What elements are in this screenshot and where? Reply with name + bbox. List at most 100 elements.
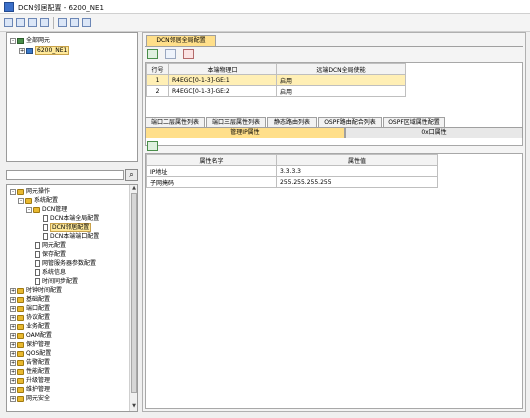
apply-button[interactable] [165,49,176,59]
table-row[interactable]: 1 R4EGC[0-1-3]-GE:1 启用 [146,74,406,86]
col-header[interactable]: 远端DCN全局使能 [276,63,406,75]
document-icon [35,260,40,267]
save-icon[interactable] [4,18,13,27]
tree-item[interactable]: + 告警配置 [10,358,50,367]
refresh-icon[interactable] [16,18,25,27]
tab-management-ip[interactable]: 管理IP属性 [145,127,345,138]
folder-icon [17,296,24,303]
table-row[interactable]: 2 R4EGC[0-1-3]-GE:2 启用 [146,85,406,97]
tree-item[interactable]: - DCN管理 [26,205,67,214]
col-header[interactable]: 属性值 [276,154,438,166]
col-header[interactable]: 本端物理口 [168,63,277,75]
tree-item[interactable]: DCN本端端口配置 [34,232,99,241]
refresh-attr-button[interactable] [147,141,158,151]
search-icon[interactable]: ⌕ [125,169,138,181]
tree-item[interactable]: + 基础配置 [10,295,50,304]
tree-scrollbar[interactable]: ▲ ▼ [129,185,137,411]
expand-toggle-icon[interactable]: + [10,359,16,366]
collapse-toggle-icon[interactable]: - [10,188,16,195]
attr-table: 属性名字 属性值 IP地址 3.3.3.3 子网掩码 255.255.255.2… [146,154,438,188]
tree-item[interactable]: + 业务配置 [10,322,50,331]
expand-toggle-icon[interactable]: + [10,341,16,348]
folder-icon [17,395,24,402]
tree-item[interactable]: + 维护管理 [10,385,50,394]
table-cell: R4EGC[0-1-3]-GE:1 [168,74,277,86]
ne-tree-panel: - 全部网元 +6200_NE1 [6,32,138,162]
table-row[interactable]: 子网掩码 255.255.255.255 [146,176,438,188]
table-cell[interactable]: 255.255.255.255 [276,176,438,188]
expand-toggle-icon[interactable]: + [10,305,16,312]
tree-item[interactable]: 保存配置 [26,250,66,259]
title-bar: DCN邻居配置 - 6200_NE1 [0,0,530,14]
expand-toggle-icon[interactable]: + [10,296,16,303]
neighbor-table: 行号 本端物理口 远端DCN全局使能 1 R4EGC[0-1-3]-GE:1 启… [146,63,406,97]
search-input[interactable] [6,170,124,180]
tree-item[interactable]: + 性能配置 [10,367,50,376]
table-row[interactable]: IP地址 3.3.3.3 [146,165,438,177]
expand-toggle-icon[interactable]: + [10,287,16,294]
expand-toggle-icon[interactable]: + [10,377,16,384]
tree-item[interactable]: - 系统配置 [18,196,58,205]
expand-toggle-icon[interactable]: + [10,386,16,393]
tree-item[interactable]: + 端口配置 [10,304,50,313]
expand-toggle-icon[interactable]: + [10,368,16,375]
tree-item-label: 端口配置 [26,305,51,312]
tree-item[interactable]: + OAM配置 [10,331,52,340]
tree-item[interactable]: + 升级管理 [10,376,50,385]
tree-item-label: DCN管理 [42,206,68,213]
tree-item[interactable]: + QOS配置 [10,349,51,358]
col-header[interactable]: 属性名字 [146,154,277,166]
network-icon[interactable] [58,18,67,27]
folder-icon [17,314,24,321]
expand-toggle-icon[interactable]: + [10,350,16,357]
tree-item[interactable]: DCN本端全局配置 [34,214,99,223]
tree-item[interactable]: 时间同步配置 [26,277,78,286]
folder-icon [17,359,24,366]
document-icon [43,215,48,222]
table-cell: R4EGC[0-1-3]-GE:2 [168,85,277,97]
ne-group-icon [17,37,24,44]
tree-item[interactable]: + 协议配置 [10,313,50,322]
col-header[interactable]: 行号 [146,63,169,75]
table-cell: 启用 [276,74,406,86]
table-cell[interactable]: 3.3.3.3 [276,165,438,177]
tree-item-label: QOS配置 [26,350,52,357]
expand-toggle-icon[interactable]: + [10,314,16,321]
tree-root[interactable]: - 全部网元 [10,36,50,45]
scroll-thumb[interactable] [131,193,137,393]
tab-dcn-neighbor-global[interactable]: DCN邻居全局配置 [146,35,216,46]
collapse-icon[interactable] [82,18,91,27]
scroll-down-icon[interactable]: ▼ [130,403,138,410]
tree-item[interactable]: - 网元操作 [10,187,50,196]
tree-item-label: DCN本端端口配置 [50,233,100,240]
tree-item[interactable]: 网管服务器参数配置 [26,259,96,268]
collapse-toggle-icon[interactable]: - [26,206,32,213]
tree-item[interactable]: + 保护管理 [10,340,50,349]
copy-icon[interactable] [28,18,37,27]
tree-item[interactable]: 网元配置 [26,241,66,250]
expand-toggle-icon[interactable]: + [10,332,16,339]
tree-item-label: 维护管理 [26,386,51,393]
refresh-button[interactable] [147,49,158,59]
tree-item[interactable]: 系统信息 [26,268,66,277]
folder-icon [17,350,24,357]
tab-ox-port[interactable]: 0x口属性 [345,127,523,138]
tree-item[interactable]: + 网元安全 [10,394,50,403]
expand-toggle-icon[interactable]: + [19,47,25,54]
tree-item-label: 保存配置 [42,251,67,258]
collapse-toggle-icon[interactable]: - [10,37,16,44]
expand-toggle-icon[interactable]: + [10,323,16,330]
tree-item-label: 业务配置 [26,323,51,330]
print-icon[interactable] [40,18,49,27]
scroll-up-icon[interactable]: ▲ [130,185,138,192]
tree-item-label: OAM配置 [26,332,52,339]
delete-button[interactable] [183,49,194,59]
expand-toggle-icon[interactable]: + [10,395,16,402]
tree-item[interactable]: DCN邻居配置 [34,223,92,232]
collapse-toggle-icon[interactable]: - [18,197,24,204]
tree-ne-node[interactable]: +6200_NE1 [19,46,70,55]
tree-root-label: 全部网元 [26,37,51,44]
document-icon [35,269,40,276]
expand-icon[interactable] [70,18,79,27]
tree-item[interactable]: + 时钟时间配置 [10,286,62,295]
